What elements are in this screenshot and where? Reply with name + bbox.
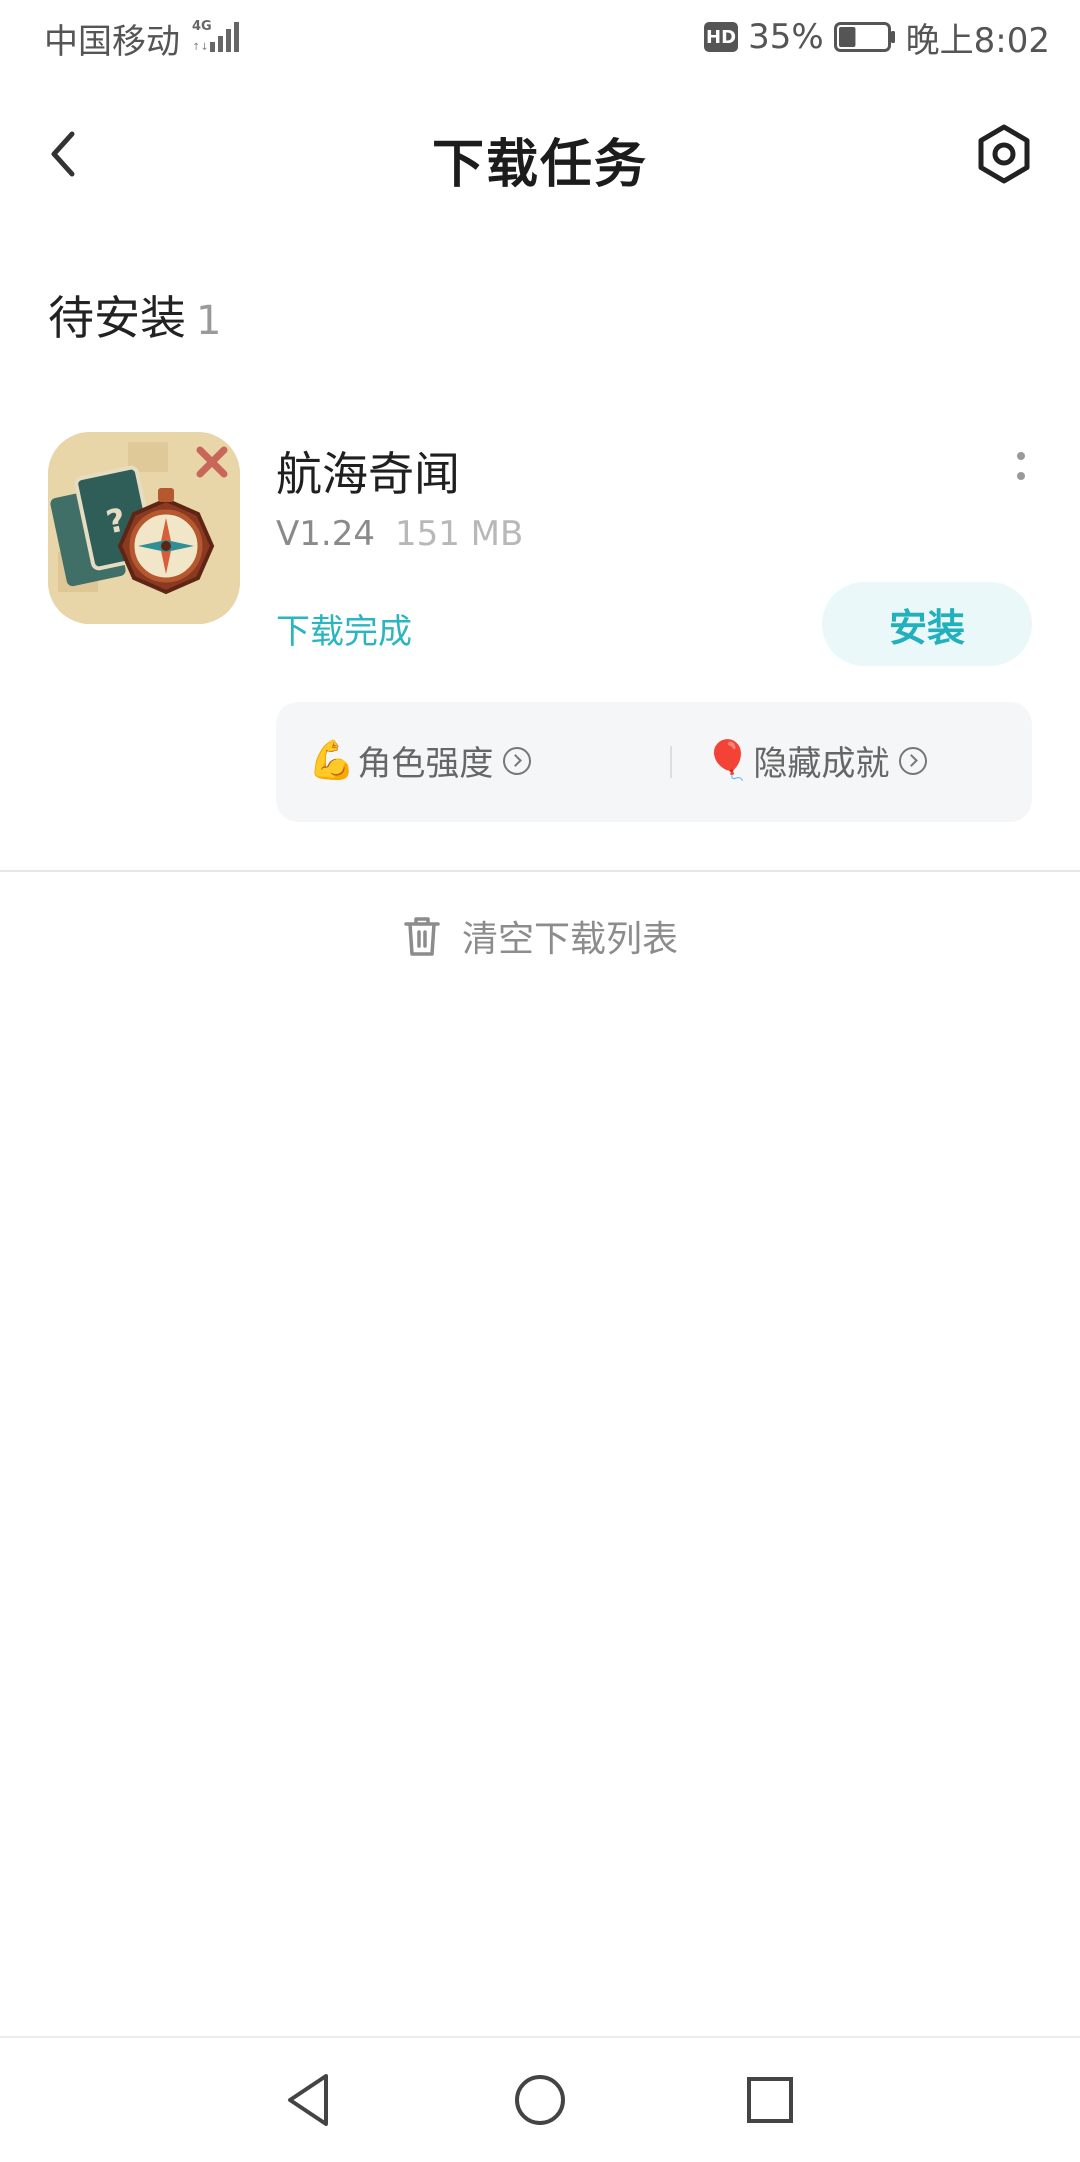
svg-text:4G: 4G bbox=[192, 19, 212, 34]
nav-bar bbox=[0, 2036, 1080, 2162]
page-title: 下载任务 bbox=[431, 135, 648, 195]
section-count: 1 bbox=[196, 298, 222, 344]
app-version: V1.24 bbox=[276, 514, 375, 554]
nav-back-icon[interactable] bbox=[278, 2070, 338, 2130]
more-options-icon[interactable] bbox=[1006, 448, 1036, 492]
tag-label: 隐藏成就 bbox=[753, 744, 890, 784]
clear-label: 清空下载列表 bbox=[461, 919, 678, 960]
tag-divider bbox=[670, 746, 672, 778]
clear-download-list-button[interactable]: 清空下载列表 bbox=[0, 910, 1080, 962]
battery-percent: 35% bbox=[748, 17, 824, 57]
status-bar: 中国移动 4G ↑↓ HD 35% 晚上8:02 bbox=[0, 0, 1080, 74]
flexed-biceps-icon: 💪 bbox=[308, 738, 356, 782]
tags-box: 💪 角色强度 🎈 隐藏成就 bbox=[276, 702, 1032, 822]
download-status: 下载完成 bbox=[276, 612, 412, 652]
clock: 晚上8:02 bbox=[905, 20, 1050, 61]
section-title: 待安装 1 bbox=[48, 282, 221, 348]
chevron-right-circle-icon bbox=[899, 746, 928, 775]
status-right: HD 35% 晚上8:02 bbox=[704, 14, 1050, 61]
tag-label: 角色强度 bbox=[357, 744, 494, 784]
install-button[interactable]: 安装 bbox=[822, 582, 1032, 666]
tag-hidden-achievements[interactable]: 🎈 隐藏成就 bbox=[704, 736, 928, 785]
signal-icon: 4G ↑↓ bbox=[192, 19, 239, 53]
app-name[interactable]: 航海奇闻 bbox=[276, 438, 460, 504]
app-meta: V1.24 151 MB bbox=[276, 514, 523, 554]
header: 下载任务 bbox=[0, 96, 1080, 216]
app-size: 151 MB bbox=[394, 514, 524, 554]
compass-cards-icon: ? bbox=[48, 432, 240, 624]
trash-icon bbox=[404, 917, 440, 956]
chevron-right-circle-icon bbox=[503, 746, 532, 775]
balloon-icon: 🎈 bbox=[704, 738, 752, 782]
tag-role-strength[interactable]: 💪 角色强度 bbox=[308, 736, 532, 785]
app-icon[interactable]: ? bbox=[48, 432, 240, 624]
carrier-name: 中国移动 bbox=[44, 22, 180, 62]
settings-icon[interactable] bbox=[972, 122, 1036, 186]
nav-home-icon[interactable] bbox=[510, 2070, 570, 2130]
hd-icon: HD bbox=[704, 22, 739, 52]
svg-text:↑↓: ↑↓ bbox=[192, 42, 209, 53]
nav-recents-icon[interactable] bbox=[740, 2070, 800, 2130]
battery-icon bbox=[833, 22, 895, 52]
section-label: 待安装 bbox=[48, 291, 186, 345]
divider bbox=[0, 870, 1080, 872]
